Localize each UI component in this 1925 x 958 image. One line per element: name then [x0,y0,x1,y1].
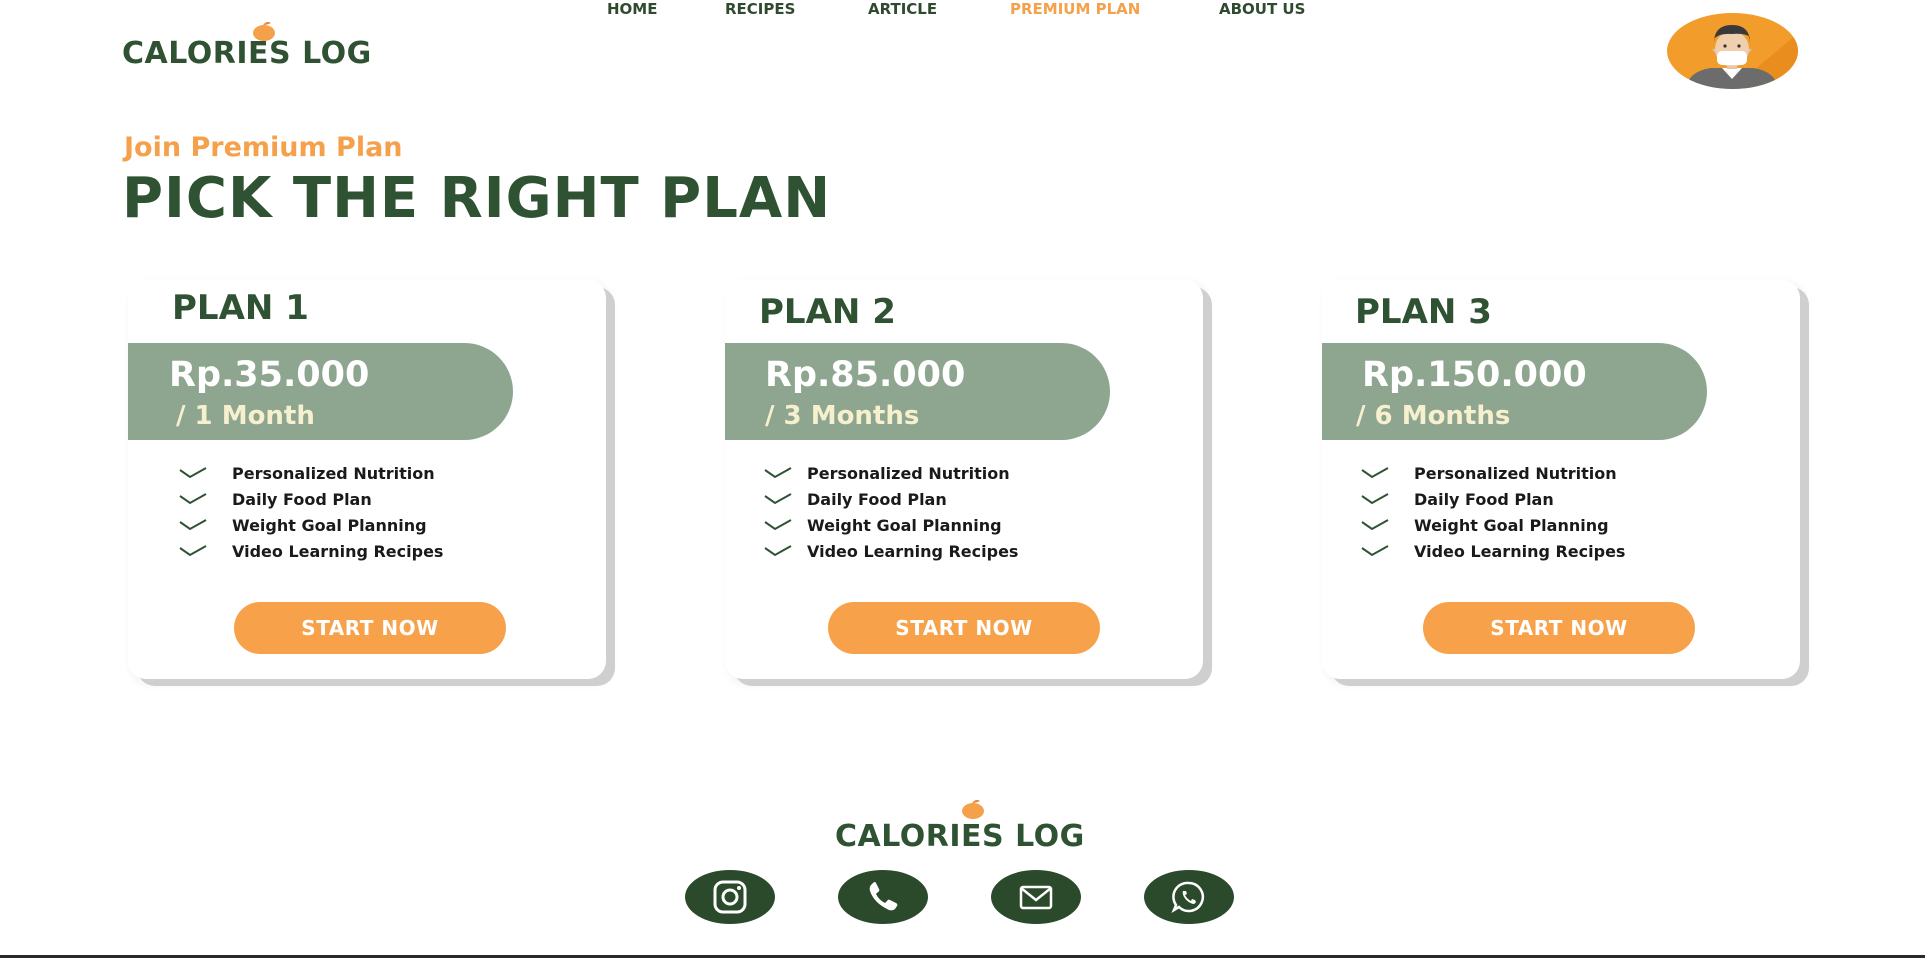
feature-list: Personalized Nutrition Daily Food Plan W… [1360,460,1625,564]
plan-name: PLAN 1 [172,288,309,328]
check-icon [764,493,792,505]
feature-item: Video Learning Recipes [1360,538,1625,564]
price-badge: Rp.150.000 / 6 Months [1322,343,1707,440]
mail-button[interactable] [991,870,1081,924]
feature-label: Personalized Nutrition [807,463,1010,483]
instagram-icon [713,880,747,914]
user-avatar[interactable] [1667,13,1798,89]
phone-button[interactable] [838,870,928,924]
footer-logo[interactable]: CALORIES LOG [835,797,1115,857]
logo-text: CALORIES LOG [122,36,372,71]
feature-item: Weight Goal Planning [1360,512,1625,538]
plan-name: PLAN 3 [1355,292,1492,332]
feature-label: Personalized Nutrition [232,463,435,483]
plan-period: / 6 Months [1356,401,1511,431]
price-badge: Rp.35.000 / 1 Month [128,343,513,440]
plan-price: Rp.85.000 [765,355,966,395]
feature-label: Daily Food Plan [232,489,372,509]
whatsapp-icon [1171,881,1205,913]
whatsapp-button[interactable] [1144,870,1234,924]
check-icon [1361,467,1389,479]
feature-label: Personalized Nutrition [1414,463,1617,483]
nav-article[interactable]: ARTICLE [868,0,937,18]
check-icon [764,519,792,531]
feature-item: Video Learning Recipes [763,538,1018,564]
start-now-button[interactable]: START NOW [234,602,506,654]
feature-label: Weight Goal Planning [232,515,427,535]
plan-card-2: PLAN 2 Rp.85.000 / 3 Months Personalized… [725,280,1203,679]
feature-item: Daily Food Plan [1360,486,1625,512]
page-title: PICK THE RIGHT PLAN [122,166,832,231]
feature-list: Personalized Nutrition Daily Food Plan W… [763,460,1018,564]
plan-price: Rp.150.000 [1362,355,1587,395]
feature-item: Personalized Nutrition [1360,460,1625,486]
instagram-button[interactable] [685,870,775,924]
feature-item: Weight Goal Planning [178,512,443,538]
phone-icon [869,882,898,911]
avatar-person-icon [1667,13,1798,89]
check-icon [179,519,207,531]
header-logo[interactable]: CALORIES LOG [122,16,402,76]
price-badge: Rp.85.000 / 3 Months [725,343,1110,440]
orange-fruit-icon [962,799,984,819]
plan-period: / 3 Months [765,401,920,431]
plan-period: / 1 Month [176,401,315,431]
feature-label: Weight Goal Planning [1414,515,1609,535]
nav-about-us[interactable]: ABOUT US [1219,0,1305,18]
check-icon [179,493,207,505]
check-icon [1361,545,1389,557]
start-now-button[interactable]: START NOW [828,602,1100,654]
feature-label: Video Learning Recipes [1414,541,1626,561]
check-icon [1361,519,1389,531]
feature-label: Video Learning Recipes [807,541,1019,561]
feature-list: Personalized Nutrition Daily Food Plan W… [178,460,443,564]
feature-item: Video Learning Recipes [178,538,443,564]
plan-card-1: PLAN 1 Rp.35.000 / 1 Month Personalized … [128,280,606,679]
feature-label: Daily Food Plan [807,489,947,509]
mail-icon [1019,885,1053,910]
feature-item: Daily Food Plan [763,486,1018,512]
logo-text: CALORIES LOG [835,819,1085,854]
nav-premium-plan[interactable]: PREMIUM PLAN [1010,0,1140,18]
check-icon [764,467,792,479]
check-icon [1361,493,1389,505]
nav-home[interactable]: HOME [607,0,657,18]
section-eyebrow: Join Premium Plan [124,132,403,163]
start-now-button[interactable]: START NOW [1423,602,1695,654]
feature-item: Weight Goal Planning [763,512,1018,538]
plan-card-3: PLAN 3 Rp.150.000 / 6 Months Personalize… [1322,280,1800,679]
feature-label: Weight Goal Planning [807,515,1002,535]
feature-item: Daily Food Plan [178,486,443,512]
nav-recipes[interactable]: RECIPES [725,0,795,18]
feature-item: Personalized Nutrition [763,460,1018,486]
plan-name: PLAN 2 [759,292,896,332]
feature-label: Daily Food Plan [1414,489,1554,509]
check-icon [764,545,792,557]
check-icon [179,545,207,557]
plan-price: Rp.35.000 [169,355,370,395]
feature-label: Video Learning Recipes [232,541,444,561]
feature-item: Personalized Nutrition [178,460,443,486]
check-icon [179,467,207,479]
